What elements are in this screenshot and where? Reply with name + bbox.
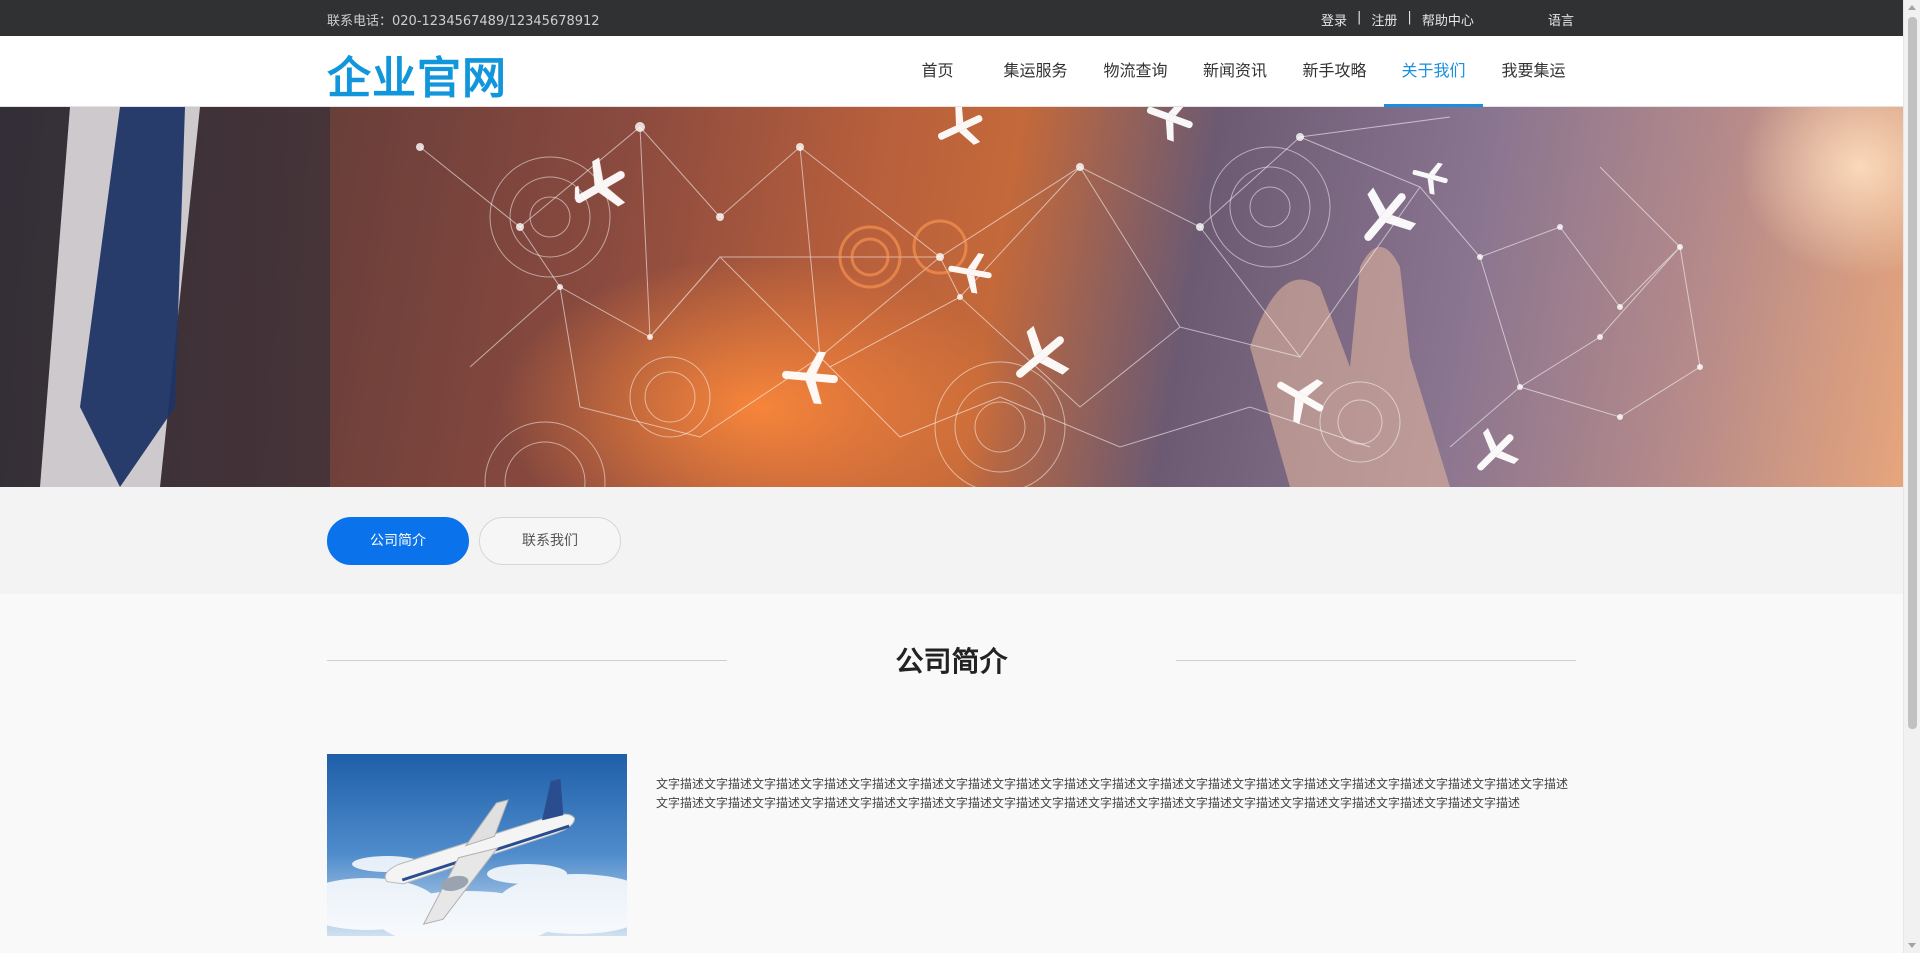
tab-contact-us[interactable]: 联系我们 [479,517,621,565]
nav-item-ship-now[interactable]: 我要集运 [1483,36,1584,107]
site-header: 企业官网 首页 集运服务 物流查询 新闻资讯 新手攻略 关于我们 我要集运 [0,36,1903,107]
site-logo[interactable]: 企业官网 [327,42,507,106]
help-center-link[interactable]: 帮助中心 [1422,10,1474,29]
section-title: 公司简介 [895,645,1008,678]
main-nav: 首页 集运服务 物流查询 新闻资讯 新手攻略 关于我们 我要集运 [890,36,1584,107]
top-links: 登录 | 注册 | 帮助中心 [1321,10,1474,29]
nav-item-shipping-service[interactable]: 集运服务 [985,36,1086,107]
contact-phone: 联系电话：020-1234567489/12345678912 [327,14,600,29]
scroll-up-icon[interactable] [1908,5,1916,10]
airplane-photo [327,754,627,936]
company-description: 文字描述文字描述文字描述文字描述文字描述文字描述文字描述文字描述文字描述文字描述… [656,777,1569,810]
title-divider-right [1176,660,1576,661]
separator: | [1357,10,1362,25]
top-bar: 联系电话：020-1234567489/12345678912 登录 | 注册 … [0,0,1903,36]
nav-item-news[interactable]: 新闻资讯 [1185,36,1285,107]
nav-item-about-us[interactable]: 关于我们 [1384,36,1483,107]
airplane-icon [327,754,627,936]
separator: | [1407,10,1412,25]
language-link[interactable]: 语言 [1548,10,1574,29]
page-scrollbar[interactable] [1903,0,1920,953]
nav-item-guide[interactable]: 新手攻略 [1285,36,1384,107]
register-link[interactable]: 注册 [1371,10,1397,29]
nav-item-home[interactable]: 首页 [890,36,985,107]
scrollbar-thumb[interactable] [1908,17,1917,729]
banner-network-graphic [0,107,1903,487]
login-link[interactable]: 登录 [1321,10,1347,29]
hero-banner [0,107,1903,487]
scroll-down-icon[interactable] [1908,943,1916,948]
sub-tabs: 公司简介 联系我们 [0,487,1903,594]
nav-item-logistics-query[interactable]: 物流查询 [1086,36,1185,107]
tab-company-profile[interactable]: 公司简介 [327,517,469,565]
